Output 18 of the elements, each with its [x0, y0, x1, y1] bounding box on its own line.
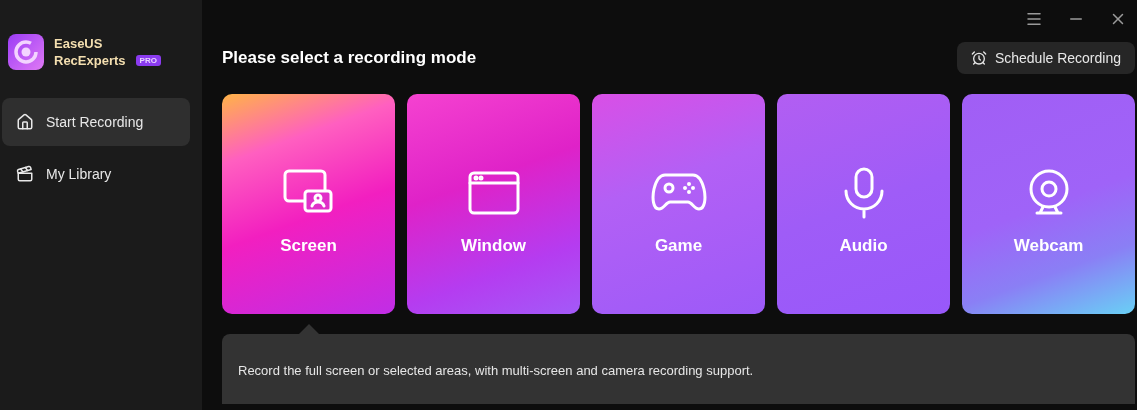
page-heading: Please select a recording mode: [222, 47, 477, 70]
app-logo-icon: [8, 34, 44, 70]
pro-badge: PRO: [135, 55, 161, 66]
sidebar-item[interactable]: My Library: [2, 150, 190, 198]
film-icon: [16, 165, 34, 183]
home-icon: [16, 113, 34, 131]
alarm-clock-icon: [970, 50, 987, 66]
recording-mode-card[interactable]: Window: [407, 94, 580, 314]
app-name: RecExperts: [54, 52, 126, 69]
recording-mode-card[interactable]: Game: [592, 94, 765, 314]
sidebar-item[interactable]: Start Recording: [2, 98, 190, 146]
recording-mode-card[interactable]: Screen: [222, 94, 395, 314]
recording-mode-card[interactable]: Audio: [777, 94, 950, 314]
schedule-recording-button[interactable]: Schedule Recording: [956, 42, 1135, 74]
app-name: EaseUS: [54, 35, 104, 52]
mode-description: Record the full screen or selected areas, with multi-screen and camera recording support.: [238, 362, 754, 381]
recording-mode-card[interactable]: Webcam: [962, 94, 1135, 314]
menu-icon[interactable]: [1025, 10, 1043, 28]
